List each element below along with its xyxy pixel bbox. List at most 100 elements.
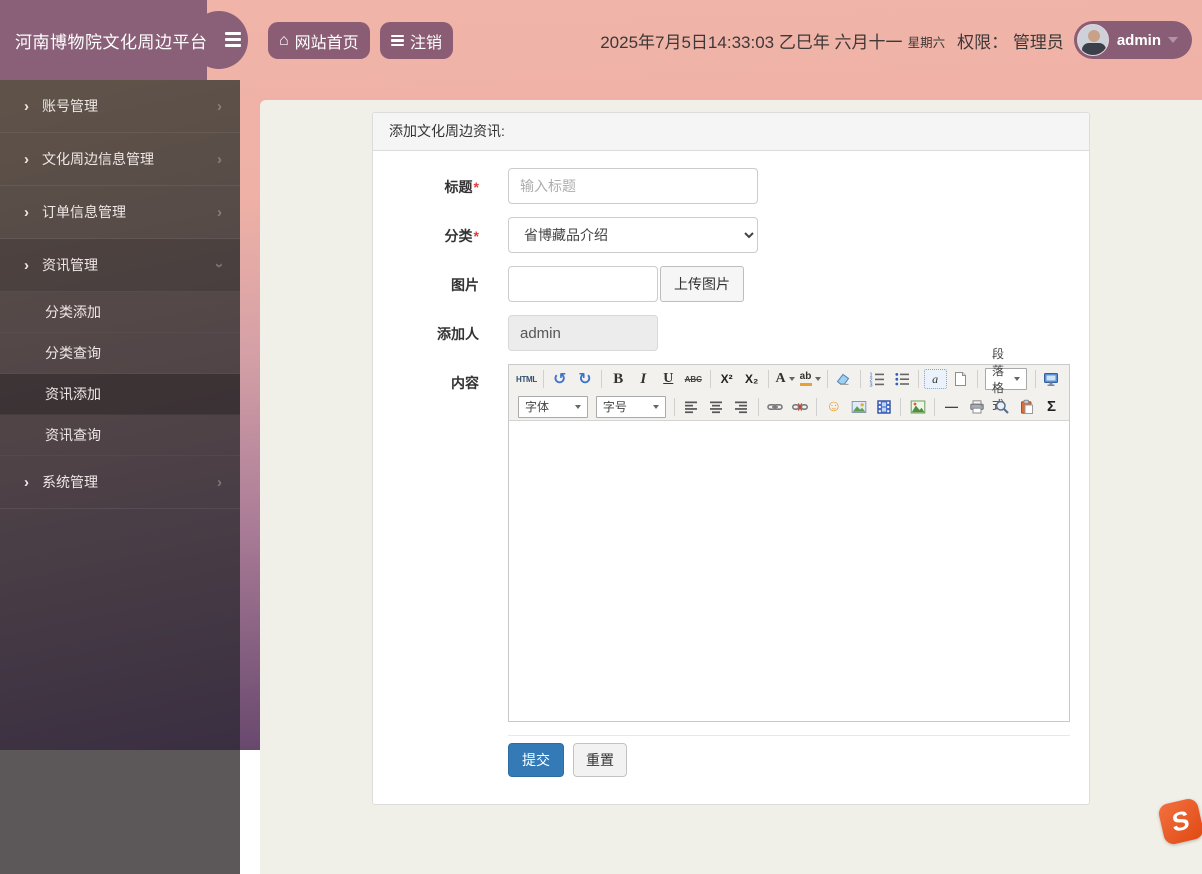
align-left-icon[interactable] bbox=[680, 395, 703, 418]
strikethrough-icon[interactable]: ABC bbox=[682, 368, 705, 391]
sidebar-toggle-icon[interactable] bbox=[225, 32, 242, 50]
toolbar-separator bbox=[900, 397, 902, 416]
image-path-input[interactable] bbox=[508, 266, 658, 302]
dropdown-caret-icon bbox=[652, 404, 659, 409]
font-family-select[interactable]: 字体 bbox=[518, 395, 588, 418]
chevron-right-icon: › bbox=[24, 150, 29, 168]
category-label: 分类* bbox=[444, 228, 479, 244]
sidebar-item-system[interactable]: › 系统管理 › bbox=[0, 456, 240, 509]
datetime-text: 2025年7月5日14:33:03 乙巳年 六月十一 bbox=[600, 32, 903, 52]
logout-button[interactable]: 注销 bbox=[380, 22, 454, 59]
title-label: 标题* bbox=[444, 179, 479, 195]
media-icon[interactable] bbox=[906, 395, 929, 418]
subscript-icon[interactable]: X₂ bbox=[740, 368, 763, 391]
home-icon: ⌂ bbox=[279, 31, 289, 49]
sidebar-item-order-info[interactable]: › 订单信息管理 › bbox=[0, 186, 240, 239]
form-divider bbox=[508, 735, 1070, 736]
dropdown-caret-icon bbox=[788, 377, 795, 381]
sidebar-subitem-category-query[interactable]: 分类查询 bbox=[0, 333, 240, 374]
anchor-icon[interactable]: a bbox=[923, 369, 947, 389]
formula-icon[interactable]: Σ bbox=[1040, 395, 1063, 418]
required-marker: * bbox=[473, 228, 479, 244]
sidebar-item-news[interactable]: › 资讯管理 › bbox=[0, 239, 240, 292]
submit-button[interactable]: 提交 bbox=[508, 743, 564, 777]
content-field-row: 内容 HTML ↺↻ BIUABC X²X₂ Aab 123 a 段落格式 字体字号 ☺ — Σ bbox=[373, 347, 1073, 722]
creator-label: 添加人 bbox=[437, 326, 479, 342]
preview-icon[interactable] bbox=[990, 395, 1013, 418]
align-center-icon[interactable] bbox=[705, 395, 728, 418]
superscript-icon[interactable]: X² bbox=[715, 368, 738, 391]
editor-toolbar-row-2: 字体 字号 ☺ — Σ bbox=[509, 393, 1069, 421]
paste-icon[interactable] bbox=[1015, 395, 1038, 418]
sidebar-subitem-label: 资讯添加 bbox=[45, 386, 101, 402]
html-source-icon[interactable]: HTML bbox=[515, 368, 538, 391]
dropdown-caret-icon bbox=[1013, 377, 1020, 381]
sidebar-item-account[interactable]: › 账号管理 › bbox=[0, 80, 240, 133]
toolbar-separator bbox=[673, 397, 675, 416]
weekday-text: 星期六 bbox=[907, 36, 946, 50]
logout-label: 注销 bbox=[410, 34, 443, 52]
emoticon-icon[interactable]: ☺ bbox=[822, 395, 845, 418]
new-page-icon[interactable] bbox=[949, 368, 972, 391]
category-select[interactable]: 省博藏品介绍 bbox=[508, 217, 758, 253]
ordered-list-icon[interactable]: 123 bbox=[865, 368, 888, 391]
sidebar-item-label: 资讯管理 bbox=[42, 257, 98, 273]
highlight-color-icon[interactable]: ab bbox=[799, 368, 822, 391]
card-title: 添加文化周边资讯: bbox=[373, 113, 1089, 151]
sidebar: › 账号管理 › › 文化周边信息管理 › › 订单信息管理 › › 资讯管理 › 分类添加 分类查询 资讯… bbox=[0, 80, 240, 750]
link-icon[interactable] bbox=[763, 395, 786, 418]
user-menu[interactable]: admin bbox=[1073, 21, 1192, 59]
chevron-collapsed-icon: › bbox=[217, 473, 222, 491]
toolbar-separator bbox=[934, 397, 935, 416]
unordered-list-icon[interactable] bbox=[890, 368, 913, 391]
bold-icon[interactable]: B bbox=[607, 368, 630, 391]
underline-icon[interactable]: U bbox=[657, 368, 680, 391]
chevron-expanded-icon: › bbox=[211, 262, 228, 268]
video-icon[interactable] bbox=[872, 395, 895, 418]
role-text: 管理员 bbox=[1012, 32, 1064, 52]
horizontal-rule-icon[interactable]: — bbox=[940, 395, 963, 418]
image-icon[interactable] bbox=[847, 395, 870, 418]
badge-letter: S bbox=[1170, 804, 1192, 838]
sidebar-subitem-category-add[interactable]: 分类添加 bbox=[0, 292, 240, 333]
sidebar-item-label: 订单信息管理 bbox=[42, 204, 126, 220]
chevron-right-icon: › bbox=[24, 203, 29, 221]
reset-button[interactable]: 重置 bbox=[573, 743, 627, 777]
font-color-icon[interactable]: A bbox=[774, 368, 797, 391]
align-right-icon[interactable] bbox=[730, 395, 753, 418]
site-home-label: 网站首页 bbox=[294, 34, 359, 52]
username-text: admin bbox=[1116, 31, 1161, 49]
sidebar-subitem-label: 资讯查询 bbox=[45, 427, 101, 443]
print-icon[interactable] bbox=[965, 395, 988, 418]
paragraph-format-select[interactable]: 段落格式 bbox=[985, 347, 1027, 412]
title-input[interactable] bbox=[508, 168, 758, 204]
sidebar-item-label: 系统管理 bbox=[42, 474, 98, 490]
app-title-block: 河南博物院文化周边平台 bbox=[0, 0, 207, 80]
chevron-collapsed-icon: › bbox=[217, 203, 222, 221]
redo-icon[interactable]: ↻ bbox=[573, 368, 596, 391]
svg-text:3: 3 bbox=[869, 383, 872, 387]
avatar bbox=[1076, 24, 1109, 56]
creator-input bbox=[508, 315, 658, 351]
remove-format-icon[interactable] bbox=[832, 368, 855, 391]
font-size-select[interactable]: 字号 bbox=[595, 395, 666, 418]
editor-toolbar-row-1: HTML ↺↻ BIUABC X²X₂ Aab 123 a 段落格式 bbox=[509, 347, 1069, 412]
dropdown-caret-icon bbox=[574, 404, 581, 409]
fullscreen-icon[interactable] bbox=[1040, 368, 1063, 391]
italic-icon[interactable]: I bbox=[632, 368, 655, 391]
chevron-collapsed-icon: › bbox=[217, 97, 222, 115]
sidebar-item-culture-info[interactable]: › 文化周边信息管理 › bbox=[0, 133, 240, 186]
image-label: 图片 bbox=[451, 277, 479, 293]
sidebar-subitem-news-add[interactable]: 资讯添加 bbox=[0, 374, 240, 415]
undo-icon[interactable]: ↺ bbox=[548, 368, 571, 391]
permission-text: 权限： 管理员 bbox=[957, 32, 1064, 52]
menu-icon bbox=[391, 33, 404, 49]
unlink-icon[interactable] bbox=[788, 395, 811, 418]
sidebar-subitem-news-query[interactable]: 资讯查询 bbox=[0, 415, 240, 456]
upload-image-button[interactable]: 上传图片 bbox=[660, 266, 744, 302]
sidebar-item-label: 账号管理 bbox=[42, 98, 98, 114]
chevron-right-icon: › bbox=[24, 256, 29, 274]
editor-content-area[interactable] bbox=[509, 421, 1069, 721]
site-home-button[interactable]: ⌂ 网站首页 bbox=[268, 22, 370, 59]
add-news-form-card: 添加文化周边资讯: 标题* 分类* 省博藏品介绍 图片 上传图片 bbox=[372, 112, 1090, 805]
